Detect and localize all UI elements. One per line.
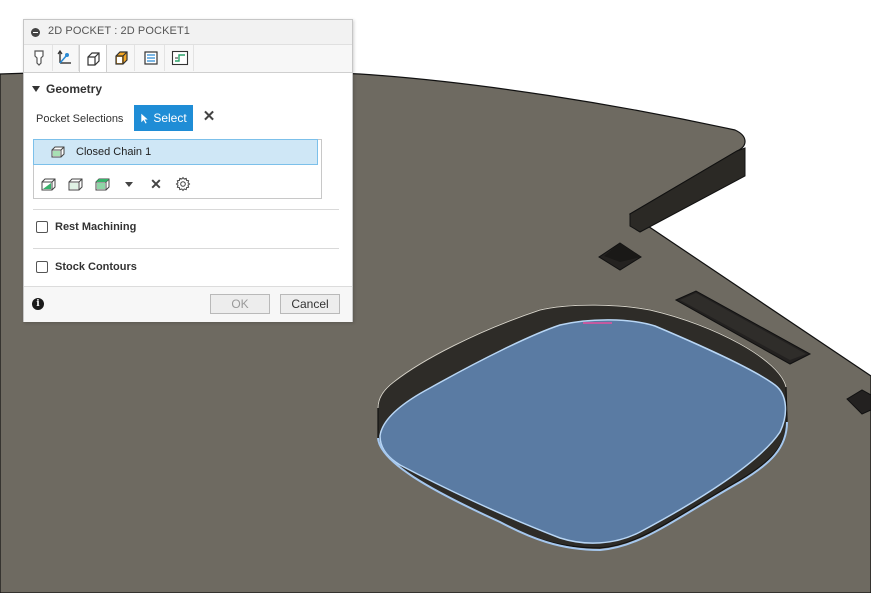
silhouette-tool-button[interactable] <box>66 175 84 193</box>
pocket-selections-label: Pocket Selections <box>36 113 124 125</box>
selection-tools: ✕ <box>39 175 192 193</box>
divider <box>33 248 339 249</box>
cancel-button[interactable]: Cancel <box>280 294 340 314</box>
face-icon <box>95 178 109 190</box>
chain-icon <box>51 146 65 158</box>
rest-machining-checkbox[interactable] <box>36 221 48 233</box>
chevron-down-icon <box>125 181 133 187</box>
selections-list: Closed Chain 1 ✕ <box>33 139 322 199</box>
axes-icon <box>57 49 71 64</box>
silhouette-icon <box>68 178 82 190</box>
tab-linking[interactable] <box>167 45 194 71</box>
tab-geometry[interactable] <box>79 45 107 72</box>
geometry-section-label: Geometry <box>46 82 103 96</box>
rest-machining-label: Rest Machining <box>55 221 137 233</box>
tool-icon <box>34 50 44 66</box>
pointer-icon <box>141 111 150 124</box>
tab-setup[interactable] <box>52 45 79 71</box>
linking-icon <box>171 50 189 66</box>
chain-tool-button[interactable] <box>39 175 57 193</box>
tab-passes[interactable] <box>138 45 165 71</box>
tab-tool[interactable] <box>26 45 53 71</box>
stock-contours-checkbox[interactable] <box>36 261 48 273</box>
dialog-titlebar[interactable]: 2D POCKET : 2D POCKET1 <box>24 20 352 45</box>
collapse-icon[interactable] <box>31 28 40 37</box>
ok-button[interactable]: OK <box>210 294 270 314</box>
face-tool-button[interactable] <box>93 175 111 193</box>
dialog-footer: i OK Cancel <box>24 286 352 322</box>
geometry-section-header[interactable]: Geometry <box>32 82 102 96</box>
more-options-dropdown[interactable] <box>120 175 138 193</box>
info-icon[interactable]: i <box>32 298 44 310</box>
rest-machining-checkbox-row[interactable]: Rest Machining <box>36 221 136 233</box>
remove-selection-button[interactable]: ✕ <box>147 175 165 193</box>
gear-icon <box>175 176 191 192</box>
select-button[interactable]: Select <box>134 105 193 131</box>
chain-label: Closed Chain 1 <box>76 146 152 158</box>
divider <box>33 209 339 210</box>
select-button-label: Select <box>153 111 187 125</box>
stock-contours-checkbox-row[interactable]: Stock Contours <box>36 261 137 273</box>
tab-bar <box>24 45 352 73</box>
clear-selections-button[interactable]: ✕ <box>202 109 216 125</box>
list-item[interactable]: Closed Chain 1 <box>33 139 318 165</box>
pocket-dialog: 2D POCKET : 2D POCKET1 Geometry Pocket S… <box>23 19 353 322</box>
stock-contours-label: Stock Contours <box>55 261 137 273</box>
face-chain-icon <box>41 178 55 190</box>
close-icon: ✕ <box>150 176 162 192</box>
expand-triangle-icon <box>32 86 40 92</box>
dialog-title: 2D POCKET : 2D POCKET1 <box>48 25 190 37</box>
tab-heights[interactable] <box>108 45 135 71</box>
passes-icon <box>144 51 158 65</box>
heights-icon <box>115 51 128 65</box>
geometry-icon <box>87 51 100 66</box>
selection-settings-button[interactable] <box>174 175 192 193</box>
